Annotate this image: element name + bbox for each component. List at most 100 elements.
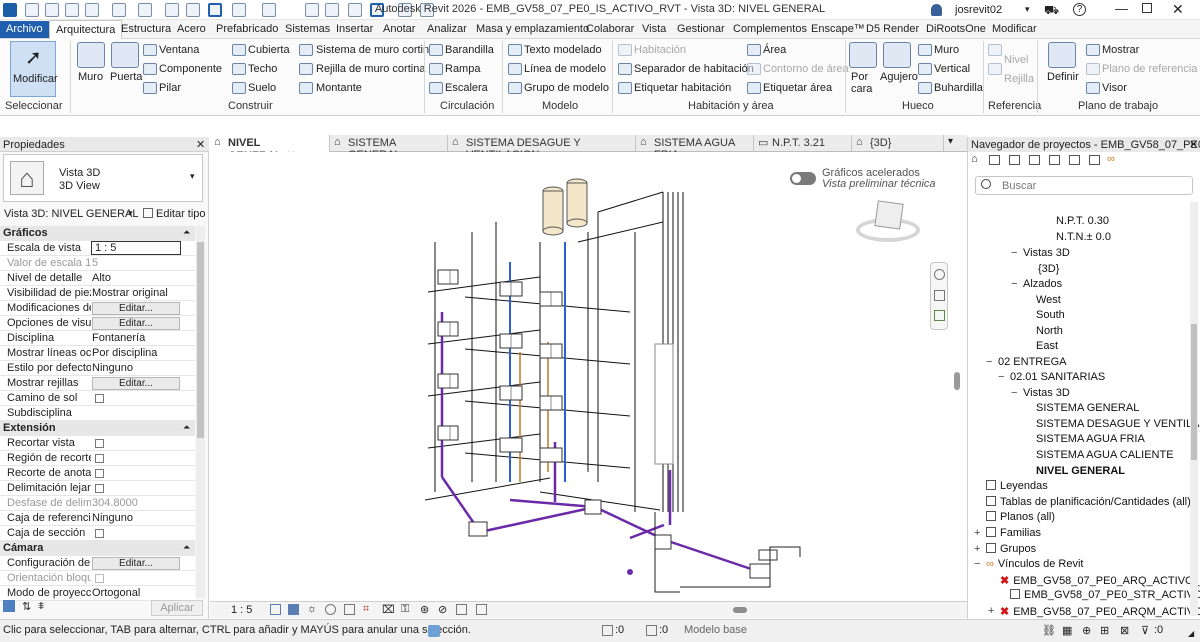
collapse-icon[interactable]: − [974, 558, 980, 570]
edit-type-button[interactable]: Editar tipo [156, 208, 206, 220]
user-icon[interactable] [931, 4, 942, 16]
groups-icon[interactable] [1089, 155, 1100, 165]
property-value[interactable]: 1 : 5 [91, 241, 181, 255]
viewcube[interactable] [856, 198, 920, 246]
crop-icon[interactable]: ⌗ [363, 603, 369, 616]
puerta-label[interactable]: Puerta [110, 71, 142, 83]
grupo-modelo-button[interactable]: Grupo de modelo [524, 82, 609, 94]
sheets-icon[interactable] [1009, 155, 1020, 165]
select-links-icon[interactable]: ⛓ [1042, 624, 1056, 637]
property-row[interactable]: Caja de referencia Ninguno [0, 511, 195, 526]
tree-node-vistas-3d[interactable]: − Vistas 3D [1011, 247, 1070, 259]
tree-node-leyendas[interactable]: Leyendas [986, 480, 1048, 492]
agujero-label[interactable]: Agujero [880, 71, 918, 83]
seleccionar-panel-label[interactable]: Seleccionar [5, 100, 62, 112]
legends-icon[interactable] [1049, 155, 1060, 165]
collapse-icon[interactable]: ⏶ [183, 227, 190, 238]
section-graficos[interactable]: Gráficos [0, 226, 195, 241]
tree-node-familias[interactable]: + Familias [974, 527, 1041, 539]
modificar-button[interactable]: ➚ Modificar [10, 41, 58, 97]
rampa-button[interactable]: Rampa [445, 63, 480, 75]
property-row[interactable]: Opciones de visual...Editar... [0, 316, 195, 331]
muro-opening-button[interactable]: Muro [934, 44, 959, 56]
tab-analizar[interactable]: Analizar [427, 23, 467, 35]
worksets-icon[interactable] [428, 625, 440, 637]
property-checkbox[interactable] [95, 469, 104, 478]
plano-referencia-button[interactable]: Plano de referencia [1102, 63, 1197, 75]
unlock-icon[interactable]: ⚿ [401, 603, 409, 616]
set-workplane-icon[interactable] [1048, 42, 1076, 68]
tree-node-sistema-agua-fria[interactable]: SISTEMA AGUA FRIA [1036, 433, 1145, 445]
property-row[interactable]: Desfase de delimit...304.8000 [0, 496, 195, 511]
tab-overflow-icon[interactable]: ▾ [948, 136, 953, 147]
properties-help-link[interactable] [3, 600, 15, 612]
tab-dirootsone[interactable]: DiRootsOne [926, 23, 986, 35]
chevron-down-icon[interactable]: ▾ [1025, 4, 1030, 15]
schedules-icon[interactable] [1029, 155, 1040, 165]
property-row[interactable]: Modo de proyecci...Ortogonal [0, 586, 195, 601]
detail-level-icon[interactable] [270, 604, 281, 615]
user-name[interactable]: josrevit02 [955, 4, 1002, 16]
browser-scrollbar-thumb[interactable] [1191, 324, 1197, 460]
habitacion-button[interactable]: Habitación [634, 44, 686, 56]
property-row[interactable]: Valor de escala 1: 5 [0, 256, 195, 271]
browser-close-icon[interactable]: ✕ [1189, 138, 1198, 151]
area-button[interactable]: Área [763, 44, 786, 56]
navigation-bar[interactable] [930, 262, 948, 330]
mostrar-button[interactable]: Mostrar [1102, 44, 1139, 56]
instance-selector[interactable]: Vista 3D: NIVEL GENERAL [4, 208, 139, 220]
muro-icon[interactable] [77, 42, 105, 68]
tab-complementos[interactable]: Complementos [733, 23, 807, 35]
cubierta-button[interactable]: Cubierta [248, 44, 290, 56]
property-checkbox[interactable] [95, 574, 104, 583]
section-camara[interactable]: Cámara [0, 541, 195, 556]
select-pinned-icon[interactable]: ⊕ [1082, 624, 1091, 637]
edit-button[interactable]: Editar... [92, 302, 180, 315]
property-row[interactable]: Mostrar rejillas Editar... [0, 376, 195, 391]
3d-viewport[interactable]: Gráficos acelerados Vista preliminar téc… [210, 152, 967, 601]
model-dropdown[interactable]: Modelo base [684, 624, 747, 636]
shadows-icon[interactable] [325, 604, 336, 615]
tree-node-nivel-general[interactable]: NIVEL GENERAL [1036, 465, 1125, 477]
property-row[interactable]: Caja de sección [0, 526, 195, 541]
tree-node-npt-030[interactable]: N.P.T. 0.30 [1056, 215, 1109, 227]
contorno-area-button[interactable]: Contorno de área [763, 63, 849, 75]
home-icon[interactable]: ⌂ [971, 153, 978, 165]
reveal-hidden-icon[interactable]: ⊘ [438, 603, 447, 616]
graphics-toggle[interactable] [790, 172, 816, 185]
property-row[interactable]: Recorte de anotac... [0, 466, 195, 481]
collapse-icon[interactable]: − [986, 356, 992, 368]
collapse-icon[interactable]: − [1011, 247, 1017, 259]
property-checkbox[interactable] [95, 439, 104, 448]
tree-node-02-entrega[interactable]: −02 ENTREGA [986, 356, 1066, 368]
scrollbar[interactable] [196, 226, 205, 598]
edit-button[interactable]: Editar... [92, 317, 180, 330]
scrollbar-thumb[interactable] [197, 242, 204, 438]
help-icon[interactable]: ? [1073, 3, 1086, 16]
by-face-icon[interactable] [849, 42, 877, 68]
tree-node-planos[interactable]: Planos (all) [986, 511, 1055, 523]
cart-icon[interactable]: ⛟ [1044, 3, 1059, 19]
type-selector[interactable]: ⌂ Vista 3D 3D View ▾ [3, 154, 203, 202]
vertical-button[interactable]: Vertical [934, 63, 970, 75]
tree-node-north[interactable]: North [1036, 325, 1063, 337]
render-icon[interactable] [344, 604, 355, 615]
tab-sistema-general[interactable]: ⌂SISTEMA GENERAL [330, 135, 448, 161]
visor-button[interactable]: Visor [1102, 82, 1127, 94]
nivel-button[interactable]: Nivel [1004, 54, 1028, 66]
tree-node-tablas[interactable]: Tablas de planificación/Cantidades (all) [986, 496, 1191, 508]
tab-enscape[interactable]: Enscape™ [811, 23, 865, 35]
tab-d5-render[interactable]: D5 Render [866, 23, 919, 35]
browser-scrollbar[interactable] [1190, 202, 1198, 616]
highlight-displacement-icon[interactable] [476, 604, 487, 615]
property-row[interactable]: Orientación bloqu... [0, 571, 195, 586]
filter-icon[interactable]: ⩨ [38, 600, 44, 613]
property-row[interactable]: Delimitación lejan... [0, 481, 195, 496]
panel-close-icon[interactable]: ✕ [196, 138, 205, 151]
tree-node-02-01-sanitarias[interactable]: −02.01 SANITARIAS [998, 371, 1105, 383]
collapse-icon[interactable]: − [1011, 387, 1017, 399]
property-row[interactable]: Mostrar líneas ocu...Por disciplina [0, 346, 195, 361]
tree-node-vinculos-revit[interactable]: − ∞ Vínculos de Revit [974, 558, 1083, 570]
close-icon[interactable]: ✕ [1172, 1, 1184, 18]
property-row[interactable]: Nivel de detalle Alto [0, 271, 195, 286]
